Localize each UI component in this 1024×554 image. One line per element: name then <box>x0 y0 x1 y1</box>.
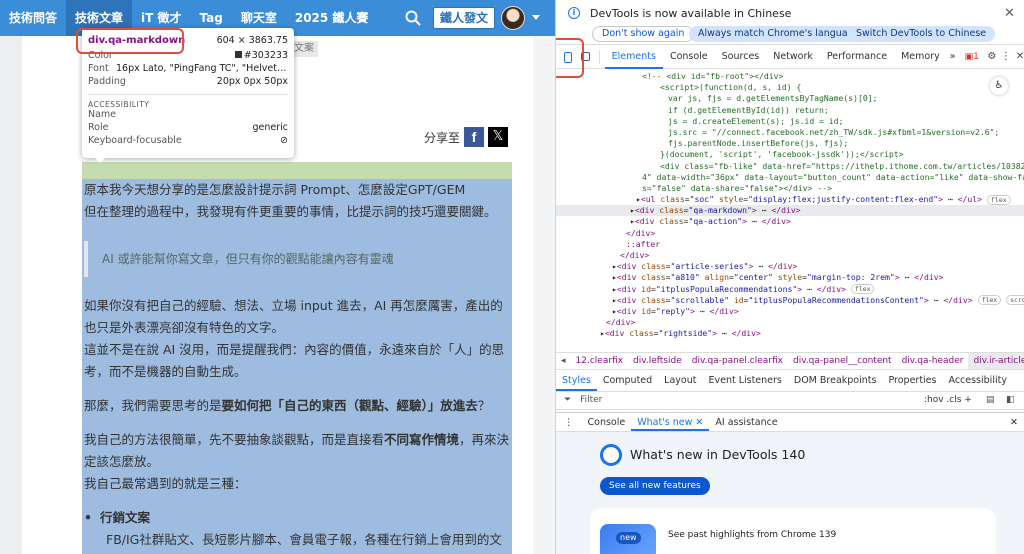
nav-ironman[interactable]: 2025 鐵人賽 <box>286 0 378 36</box>
tooltip-padding: 20px 0px 50px <box>216 76 288 87</box>
tooltip-font: 16px Lato, "PingFang TC", "Helvetica ... <box>116 63 288 74</box>
tab-elements[interactable]: Elements <box>604 45 663 69</box>
tab-styles[interactable]: Styles <box>556 370 597 391</box>
devtools-toolbar: Elements Console Sources Network Perform… <box>556 45 1024 69</box>
share-label: 分享至 <box>424 130 461 145</box>
padding-highlight <box>82 162 512 179</box>
dont-show-again-button[interactable]: Don't show again <box>592 26 695 42</box>
breadcrumb-item[interactable]: div.ir-article-info <box>968 353 1024 369</box>
breadcrumb-item[interactable]: div.qa-header <box>897 353 969 369</box>
left-gutter <box>0 36 22 554</box>
gear-icon[interactable]: ⚙ <box>987 50 997 64</box>
tooltip-label: Font <box>88 63 109 74</box>
switch-to-chinese-button[interactable]: Switch DevTools to Chinese <box>847 26 996 42</box>
blockquote: AI 或許能幫你寫文章，但只有你的觀點能讓內容有靈魂 <box>84 241 510 277</box>
highlights-card[interactable]: new See past highlights from Chrome 139 <box>590 508 996 554</box>
language-infobar: i DevTools is now available in Chinese ✕… <box>556 0 1024 45</box>
paragraph: 但在整理的過程中，我發現有件更重要的事情，比提示詞的技巧還要關鍵。 <box>84 204 497 219</box>
tooltip-label: Padding <box>88 76 126 87</box>
close-icon[interactable]: ✕ <box>1004 6 1015 21</box>
tooltip-role: generic <box>252 122 288 133</box>
paragraph: 我自己最常遇到的就是三種： <box>84 476 247 491</box>
styles-pane-tabs: Styles Computed Layout Event Listeners D… <box>556 370 1024 392</box>
close-drawer-icon[interactable]: ✕ <box>1004 413 1024 433</box>
toggle-sidebar-icon[interactable]: ◧ <box>1006 392 1015 409</box>
drawer-menu-icon[interactable]: ⋮ <box>556 413 582 431</box>
drawer-tab-console[interactable]: Console <box>582 413 632 431</box>
paragraph: 這並不是在說 AI 沒用，而是提醒我們：內容的價值，永遠來自於「人」的思考，而不… <box>84 342 505 379</box>
drawer-tab-whats-new[interactable]: What's new ✕ <box>631 413 710 431</box>
accessibility-tree-icon[interactable]: ♿ <box>990 77 1008 95</box>
chrome-devtools-logo-icon <box>600 444 622 466</box>
breadcrumb-item[interactable]: div.qa-panel__content <box>788 353 897 369</box>
chevron-down-icon[interactable] <box>532 15 540 20</box>
styles-filter-bar: ⏷ Filter :hov .cls + ▤ ◧ <box>556 392 1024 410</box>
annotation-box-selector <box>76 28 184 54</box>
breadcrumb: ◂ 12.clearfix div.leftside div.qa-panel.… <box>556 352 1024 370</box>
post-article-button[interactable]: 鐵人發文 <box>433 7 496 29</box>
whats-new-panel: What's new in DevTools 140 See all new f… <box>556 432 1024 554</box>
whats-new-title: What's new in DevTools 140 <box>630 447 806 462</box>
user-avatar[interactable] <box>501 6 525 30</box>
tooltip-label: Keyboard-focusable <box>88 135 182 146</box>
dom-tree[interactable]: <!-- <div id="fb-root"></div> <script>(f… <box>556 69 1024 352</box>
close-devtools-icon[interactable]: ✕ <box>1015 50 1024 64</box>
tab-console[interactable]: Console <box>663 45 715 69</box>
see-all-features-button[interactable]: See all new features <box>600 477 710 495</box>
tab-network[interactable]: Network <box>766 45 820 69</box>
paragraph: 原本我今天想分享的是怎麼設計提示詞 Prompt、怎麼設定GPT/GEM <box>84 182 466 197</box>
more-tabs-icon[interactable]: » <box>947 45 959 69</box>
qa-markdown-content: 原本我今天想分享的是怎麼設計提示詞 Prompt、怎麼設定GPT/GEM 但在整… <box>82 179 512 554</box>
error-count-badge[interactable]: ▣1 <box>965 52 979 62</box>
web-page: 技術問答 技術文章 iT 徵才 Tag 聊天室 2025 鐵人賽 鐵人發文 文案… <box>0 0 555 554</box>
article-tag[interactable]: 文案 <box>290 41 318 57</box>
x-share-icon[interactable]: 𝕏 <box>488 127 509 147</box>
styles-filter-input[interactable]: Filter <box>580 395 602 405</box>
search-icon[interactable] <box>405 10 421 26</box>
list-item-desc: FB/IG社群貼文、長短影片腳本、會員電子報，各種在行銷上會用到的文 <box>106 532 502 547</box>
accessibility-header: ACCESSIBILITY <box>88 94 288 109</box>
list-item: 行銷文案 <box>84 507 510 529</box>
info-icon: i <box>568 7 580 19</box>
tooltip-label: Role <box>88 122 109 133</box>
tab-dom-breakpoints[interactable]: DOM Breakpoints <box>788 370 883 391</box>
tab-memory[interactable]: Memory <box>894 45 947 69</box>
tooltip-arrow <box>94 157 106 163</box>
paragraph: 那麼，我們需要思考的是要如何把「自己的東西（觀點、經驗）」放進去？ <box>84 398 491 413</box>
paragraph: 我自己的方法很簡單，先不要抽象談觀點，而是直接看不同寫作情境，再來決定該怎麼放。 <box>84 432 510 469</box>
filter-icon: ⏷ <box>564 395 572 405</box>
devtools-panel: i DevTools is now available in Chinese ✕… <box>555 0 1024 554</box>
new-badge: new <box>616 532 641 544</box>
tab-computed[interactable]: Computed <box>597 370 658 391</box>
facebook-share-icon[interactable]: f <box>464 127 485 147</box>
not-focusable-icon: ⊘ <box>280 135 288 146</box>
match-language-button[interactable]: Always match Chrome's language <box>689 26 869 42</box>
tab-properties[interactable]: Properties <box>882 370 942 391</box>
infobar-message: DevTools is now available in Chinese <box>590 7 792 20</box>
computed-sidebar-icon[interactable]: ▤ <box>986 392 995 409</box>
drawer-tab-ai-assistance[interactable]: AI assistance <box>709 413 783 431</box>
tab-event-listeners[interactable]: Event Listeners <box>702 370 787 391</box>
tab-performance[interactable]: Performance <box>820 45 894 69</box>
paragraph: 如果你沒有把自己的經驗、想法、立場 input 進去，AI 再怎麼厲害，產出的也… <box>84 298 503 335</box>
breadcrumb-item[interactable]: div.qa-panel.clearfix <box>687 353 788 369</box>
tab-accessibility[interactable]: Accessibility <box>942 370 1012 391</box>
breadcrumb-scroll-left-icon[interactable]: ◂ <box>556 353 571 369</box>
highlights-text: See past highlights from Chrome 139 <box>668 530 837 540</box>
breadcrumb-item[interactable]: 12.clearfix <box>571 353 629 369</box>
more-options-icon[interactable]: ⋮ <box>1001 50 1011 64</box>
drawer-tabs: ⋮ Console What's new ✕ AI assistance ✕ <box>556 412 1024 432</box>
tab-layout[interactable]: Layout <box>658 370 702 391</box>
style-toggles[interactable]: :hov .cls + <box>924 392 972 409</box>
color-swatch <box>234 51 242 58</box>
breadcrumb-item[interactable]: div.leftside <box>628 353 687 369</box>
nav-qa[interactable]: 技術問答 <box>0 0 66 36</box>
share-bar: 分享至 f 𝕏 <box>424 127 509 147</box>
tooltip-label: Name <box>88 109 117 120</box>
tooltip-size: 604 × 3863.75 <box>216 35 288 46</box>
tab-sources[interactable]: Sources <box>715 45 767 69</box>
